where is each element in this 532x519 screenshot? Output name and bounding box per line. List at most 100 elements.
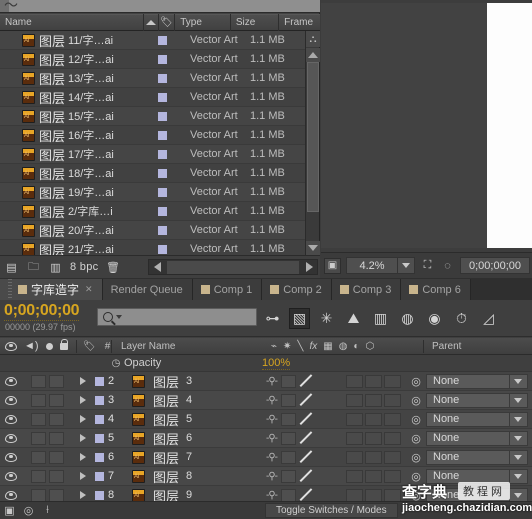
composition-mini-flowchart-icon[interactable]: ⊶ [262,308,283,329]
viewer-timecode[interactable]: 0;00;00;00 [460,257,530,274]
layer-name[interactable]: 图层 5 [132,410,260,429]
label-color-swatch[interactable] [156,73,190,83]
project-item-name[interactable]: 图层19/字…ai [0,183,156,202]
layer-expand-arrow[interactable] [76,415,90,423]
layer-mode-switches[interactable] [346,488,406,502]
brainstorm-icon[interactable]: ◉ [424,308,445,329]
project-item-list[interactable]: 图层11/字…aiVector Art1.1 MB图层12/字…aiVector… [0,31,306,255]
layer-switches[interactable]: -⚲- [260,431,346,445]
label-color-swatch[interactable] [156,35,190,45]
parent-pickwhip-icon[interactable]: ◎ [406,375,426,388]
column-header-name[interactable]: Name [0,14,144,31]
layer-av-toggles[interactable] [22,431,76,445]
chevron-down-icon[interactable] [116,315,122,319]
layer-visibility-toggle[interactable] [0,433,22,443]
graph-view-icon[interactable]: ◿ [478,308,499,329]
shy-icon[interactable]: ⌁ [271,341,277,352]
layer-parent-select[interactable]: None [426,411,532,427]
layer-label-color[interactable] [90,395,108,405]
adjustment-layer-icon[interactable]: ◐ [353,341,359,352]
chevron-down-icon[interactable] [514,492,522,498]
layer-name-header[interactable]: Layer Name [112,341,267,352]
layer-mode-switches[interactable] [346,469,406,483]
layer-parent-select[interactable]: None [426,392,532,408]
label-color-swatch[interactable] [156,206,190,216]
layer-number-header[interactable]: # [105,341,111,352]
layer-mode-switches[interactable] [346,412,406,426]
current-time-display[interactable]: 0;00;00;00 [4,302,80,321]
collapse-transform-icon[interactable] [280,450,296,464]
scroll-down-button[interactable] [306,241,320,255]
project-item-row[interactable]: 图层20/字…ai Vector Art 1.1 MB [0,221,306,240]
layer-row[interactable]: 4 图层 5 -⚲- ◎ None [0,410,532,429]
toggle-switches-modes-button[interactable]: Toggle Switches / Modes [265,503,398,518]
sort-ascending-icon[interactable] [144,14,159,31]
quality-icon[interactable] [300,470,315,483]
scroll-left-button[interactable] [149,260,165,274]
shy-icon[interactable]: -⚲- [266,471,278,482]
label-tag-icon[interactable]: 🏷 [159,14,176,31]
layer-parent-select[interactable]: None [426,373,532,389]
tab-render-queue[interactable]: Render Queue [102,279,193,300]
layer-switches[interactable]: -⚲- [260,374,346,388]
layer-label-color[interactable] [90,433,108,443]
layer-mode-switches[interactable] [346,374,406,388]
auto-keyframe-icon[interactable]: ⏱ [451,308,472,329]
project-item-name[interactable]: 图层2/字库…i [0,202,156,221]
quality-icon[interactable] [300,489,315,502]
quality-icon[interactable] [300,413,315,426]
project-item-name[interactable]: 图层14/字…ai [0,88,156,107]
layer-name[interactable]: 图层 3 [132,372,260,391]
stopwatch-icon[interactable]: ◷ [108,358,124,369]
tab-comp-2[interactable]: Comp 2 [262,279,332,300]
draft-3d-icon[interactable]: ▧ [289,307,310,329]
layer-av-toggles[interactable] [22,412,76,426]
layer-name[interactable]: 图层 8 [132,467,260,486]
composition-canvas[interactable] [487,3,532,248]
trash-icon[interactable]: 🗑 [105,260,120,274]
graph-editor-icon[interactable]: ◎ [22,504,35,517]
parent-column-header[interactable]: Parent [424,341,532,352]
stretch-icon[interactable]: ⟊ [41,504,54,517]
toggle-mask-icon[interactable]: ◌ [440,259,455,273]
collapse-transform-icon[interactable] [280,488,296,502]
chevron-down-icon[interactable] [514,435,522,441]
collapse-transform-icon[interactable] [280,412,296,426]
quality-icon[interactable] [300,451,315,464]
shy-icon[interactable]: -⚲- [266,414,278,425]
scrollbar-thumb[interactable] [307,62,319,212]
frame-blend-icon[interactable]: ▦ [323,341,332,352]
hide-shy-layers-icon[interactable]: ✳ [316,308,337,329]
layer-row[interactable]: 7 图层 8 -⚲- ◎ None [0,467,532,486]
property-row-opacity[interactable]: ◷ Opacity 100% [0,355,532,372]
effects-icon[interactable]: fx [309,341,317,352]
layer-name[interactable]: 图层 6 [132,429,260,448]
layer-visibility-toggle[interactable] [0,452,22,462]
parent-pickwhip-icon[interactable]: ◎ [406,413,426,426]
project-item-name[interactable]: 图层12/字…ai [0,50,156,69]
label-color-swatch[interactable] [156,244,190,254]
shy-icon[interactable]: -⚲- [266,452,278,463]
new-composition-icon[interactable]: ▤ [4,260,19,274]
project-item-name[interactable]: 图层17/字…ai [0,145,156,164]
layer-av-toggles[interactable] [22,374,76,388]
layer-switches[interactable]: -⚲- [260,412,346,426]
bit-depth-label[interactable]: 8 bpc [70,261,98,273]
layer-expand-arrow[interactable] [76,453,90,461]
parent-pickwhip-icon[interactable]: ◎ [406,451,426,464]
layer-visibility-toggle[interactable] [0,471,22,481]
tab-字库造字[interactable]: 字库造字 ✕ [0,279,103,300]
tab-grip[interactable] [8,279,12,300]
project-item-row[interactable]: 图层2/字库…i Vector Art 1.1 MB [0,202,306,221]
quality-icon[interactable]: ╲ [297,341,303,352]
shy-icon[interactable]: -⚲- [266,376,278,387]
lock-icon[interactable] [59,338,69,350]
project-item-name[interactable]: 图层11/字…ai [0,31,156,50]
search-input[interactable] [97,308,257,326]
project-item-row[interactable]: 图层11/字…ai Vector Art 1.1 MB [0,31,306,50]
collapse-transform-icon[interactable] [280,431,296,445]
layer-switches[interactable]: -⚲- [260,488,346,502]
layer-expand-arrow[interactable] [76,472,90,480]
layer-row[interactable]: 5 图层 6 -⚲- ◎ None [0,429,532,448]
chevron-down-icon[interactable] [514,397,522,403]
